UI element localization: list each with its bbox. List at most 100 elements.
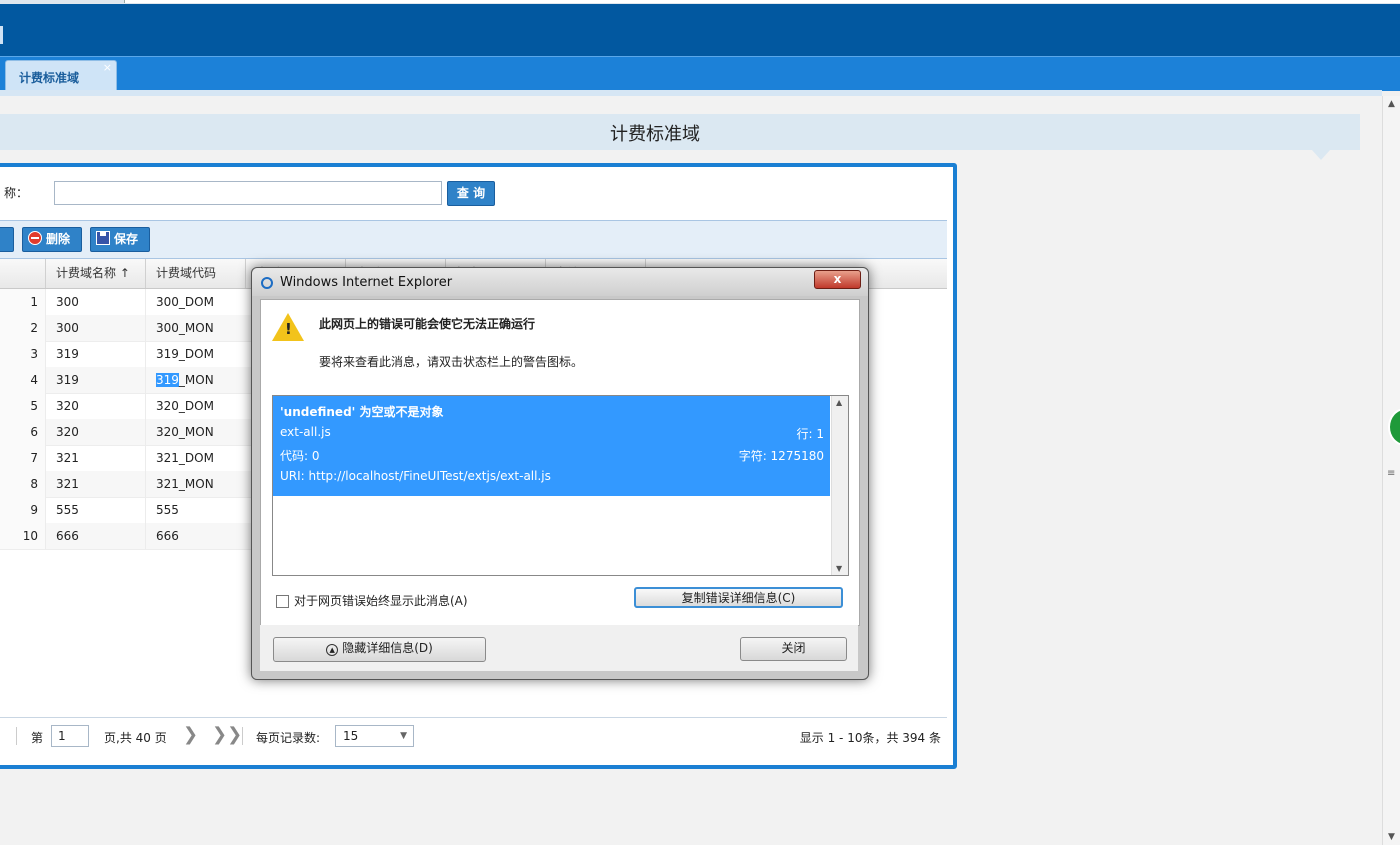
dialog-hint: 要将来查看此消息，请双击状态栏上的警告图标。 — [319, 355, 584, 369]
hide-details-button[interactable]: ▲ 隐藏详细信息(D) — [273, 637, 486, 662]
cell-code[interactable]: 555 — [146, 497, 253, 523]
page-total: 页,共 40 页 — [104, 731, 167, 745]
cell-name[interactable]: 320 — [46, 419, 146, 445]
cell-name[interactable]: 555 — [46, 497, 146, 523]
tab-billing-domain[interactable]: 计费标准域 × — [5, 60, 117, 92]
table-row[interactable]: 10 666 666 — [0, 523, 253, 550]
pager-separator — [16, 727, 17, 745]
chevron-down-icon: ▼ — [400, 731, 407, 741]
next-page-icon[interactable]: ❯ — [183, 724, 198, 745]
cell-code[interactable]: 319_DOM — [146, 341, 253, 367]
cell-name[interactable]: 321 — [46, 471, 146, 497]
header-rownum — [0, 259, 46, 288]
pager-separator — [242, 727, 243, 745]
cell-code[interactable]: 321_MON — [146, 471, 253, 497]
last-page-icon[interactable]: ❯❯ — [212, 724, 242, 745]
cell-code[interactable]: 320_MON — [146, 419, 253, 445]
page-number-input[interactable]: 1 — [51, 725, 89, 747]
cell-name[interactable]: 320 — [46, 393, 146, 419]
dialog-close-button[interactable]: x — [814, 270, 861, 289]
error-message: 'undefined' 为空或不是对象 — [280, 405, 444, 419]
warning-mark-icon: ! — [285, 320, 292, 338]
row-number: 9 — [0, 497, 46, 523]
save-button[interactable]: 保存 — [90, 227, 150, 252]
delete-label: 删除 — [46, 232, 71, 246]
cell-code-rest: _MON — [178, 373, 214, 387]
error-code: 代码: 0 — [280, 449, 320, 463]
per-page-select[interactable]: 15 ▼ — [335, 725, 414, 747]
scroll-up-icon[interactable]: ▲ — [836, 398, 842, 407]
copy-details-button[interactable]: 复制错误详细信息(C) — [634, 587, 843, 608]
table-row[interactable]: 3 319 319_DOM — [0, 341, 253, 368]
row-number: 8 — [0, 471, 46, 497]
error-scrollbar[interactable]: ▲ ▼ — [831, 396, 848, 575]
delete-button[interactable]: 删除 — [22, 227, 82, 252]
row-number: 4 — [0, 367, 46, 393]
close-button[interactable]: 关闭 — [740, 637, 847, 661]
error-uri: URI: http://localhost/FineUITest/extjs/e… — [280, 469, 551, 483]
dialog-footer: ▲ 隐藏详细信息(D) 关闭 — [260, 625, 858, 671]
per-page-label: 每页记录数: — [256, 731, 321, 745]
table-row[interactable]: 9 555 555 — [0, 497, 253, 524]
row-number: 5 — [0, 393, 46, 419]
table-row[interactable]: 8 321 321_MON — [0, 471, 253, 498]
cell-name[interactable]: 319 — [46, 367, 146, 393]
cell-name[interactable]: 319 — [46, 341, 146, 367]
hide-details-label: 隐藏详细信息(D) — [342, 641, 433, 655]
table-row[interactable]: 4 319 319_MON — [0, 367, 253, 394]
always-show-checkbox[interactable] — [276, 595, 289, 608]
error-dialog: Windows Internet Explorer x ! 此网页上的错误可能会… — [251, 267, 869, 680]
cell-code[interactable]: 320_DOM — [146, 393, 253, 419]
search-label: 称： — [4, 186, 29, 200]
cell-name[interactable]: 321 — [46, 445, 146, 471]
toolbar: 删除 保存 — [0, 220, 947, 259]
table-row[interactable]: 2 300 300_MON — [0, 315, 253, 342]
scroll-down-icon[interactable]: ▼ — [1388, 832, 1395, 842]
error-details-box[interactable]: 'undefined' 为空或不是对象 ext-all.js 行: 1 代码: … — [272, 395, 849, 576]
error-line: 行: 1 — [796, 427, 825, 441]
page-prefix: 第 — [31, 731, 44, 745]
dialog-body: ! 此网页上的错误可能会使它无法正确运行 要将来查看此消息，请双击状态栏上的警告… — [260, 299, 860, 626]
title-notch — [1312, 150, 1330, 160]
dialog-heading: 此网页上的错误可能会使它无法正确运行 — [319, 317, 536, 331]
save-label: 保存 — [114, 232, 139, 246]
cell-code[interactable]: 321_DOM — [146, 445, 253, 471]
error-entry[interactable]: 'undefined' 为空或不是对象 ext-all.js 行: 1 代码: … — [273, 396, 830, 496]
row-number: 2 — [0, 315, 46, 341]
page-scrollbar[interactable]: ▲ ≡ ▼ — [1382, 96, 1400, 845]
dialog-titlebar[interactable]: Windows Internet Explorer x — [252, 268, 868, 296]
close-icon[interactable]: × — [103, 61, 112, 74]
always-show-label[interactable]: 对于网页错误始终显示此消息(A) — [294, 592, 468, 609]
selected-text: 319 — [156, 373, 179, 387]
address-bar-edge — [124, 0, 1400, 3]
table-row[interactable]: 6 320 320_MON — [0, 419, 253, 446]
page-title: 计费标准域 — [610, 124, 700, 145]
header-code[interactable]: 计费域代码 — [146, 259, 246, 288]
row-number: 3 — [0, 341, 46, 367]
cell-code[interactable]: 300_DOM — [146, 289, 253, 315]
cell-code[interactable]: 666 — [146, 523, 253, 549]
app-banner — [0, 4, 1400, 56]
cell-code[interactable]: 319_MON — [146, 367, 253, 393]
scroll-grip-icon[interactable]: ≡ — [1387, 468, 1395, 479]
table-row[interactable]: 1 300 300_DOM — [0, 289, 253, 316]
error-char: 字符: 1275180 — [738, 449, 824, 463]
cell-name[interactable]: 300 — [46, 289, 146, 315]
page-title-bar: 计费标准域 — [0, 114, 1360, 160]
search-input[interactable] — [54, 181, 442, 205]
scroll-up-icon[interactable]: ▲ — [1388, 99, 1395, 109]
table-row[interactable]: 5 320 320_DOM — [0, 393, 253, 420]
row-number: 1 — [0, 289, 46, 315]
banner-mark — [0, 26, 3, 44]
toolbar-button-partial[interactable] — [0, 227, 14, 252]
row-number: 10 — [0, 523, 46, 549]
header-name[interactable]: 计费域名称 ↑ — [46, 259, 146, 288]
cell-code[interactable]: 300_MON — [146, 315, 253, 341]
search-button[interactable]: 查 询 — [447, 181, 495, 206]
cell-name[interactable]: 300 — [46, 315, 146, 341]
ie-icon — [261, 277, 273, 289]
row-number: 7 — [0, 445, 46, 471]
scroll-down-icon[interactable]: ▼ — [836, 564, 842, 573]
cell-name[interactable]: 666 — [46, 523, 146, 549]
table-row[interactable]: 7 321 321_DOM — [0, 445, 253, 472]
